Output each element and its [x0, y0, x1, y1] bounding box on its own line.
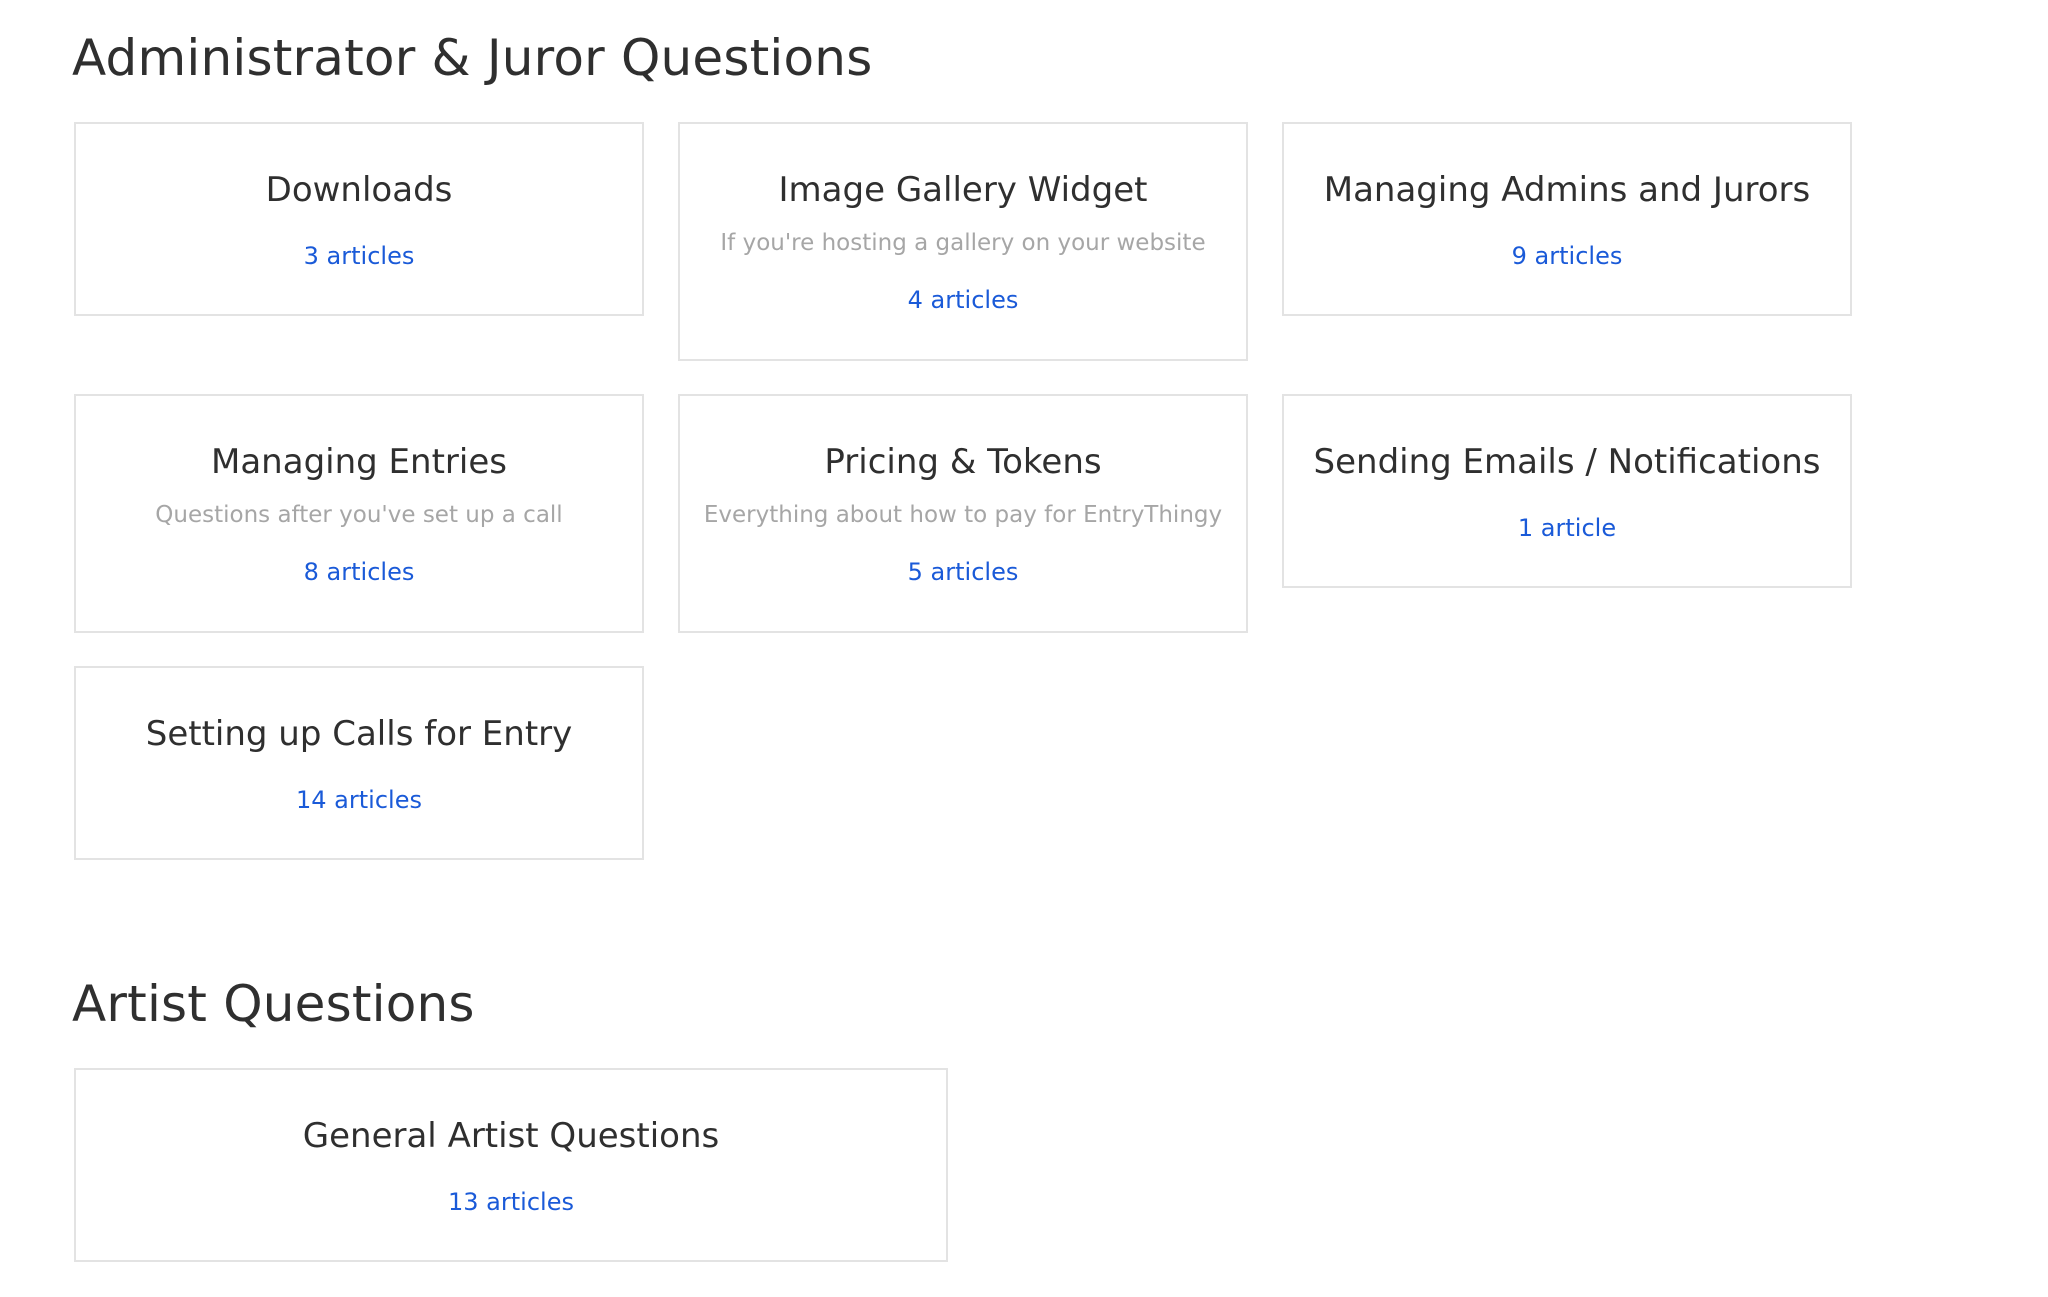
category-title: Managing Entries [211, 442, 507, 482]
article-count-link[interactable]: 13 articles [76, 1186, 946, 1218]
category-card-general-artist-questions[interactable]: General Artist Questions 13 articles [74, 1068, 948, 1262]
article-count-link[interactable]: 9 articles [1284, 240, 1850, 272]
category-title: Downloads [265, 170, 453, 210]
category-card-setting-up-calls-for-entry[interactable]: Setting up Calls for Entry 14 articles [74, 666, 644, 860]
article-count-link[interactable]: 1 article [1284, 512, 1850, 544]
category-card-pricing-and-tokens[interactable]: Pricing & Tokens Everything about how to… [678, 394, 1248, 633]
category-title: Sending Emails / Notifications [1313, 442, 1821, 482]
category-title: Managing Admins and Jurors [1323, 170, 1811, 210]
category-card-downloads[interactable]: Downloads 3 articles [74, 122, 644, 316]
category-description: Questions after you've set up a call [155, 502, 563, 528]
category-description: If you're hosting a gallery on your webs… [720, 230, 1206, 256]
category-title: Setting up Calls for Entry [145, 714, 573, 754]
category-card-managing-entries[interactable]: Managing Entries Questions after you've … [74, 394, 644, 633]
category-card-sending-emails-notifications[interactable]: Sending Emails / Notifications 1 article [1282, 394, 1852, 588]
article-count-link[interactable]: 4 articles [680, 284, 1246, 316]
category-description: Everything about how to pay for EntryThi… [703, 502, 1223, 528]
article-count-link[interactable]: 14 articles [76, 784, 642, 816]
category-title: Pricing & Tokens [824, 442, 1102, 482]
category-title: Image Gallery Widget [778, 170, 1148, 210]
section-title-artist: Artist Questions [72, 975, 475, 1033]
category-card-managing-admins-and-jurors[interactable]: Managing Admins and Jurors 9 articles [1282, 122, 1852, 316]
article-count-link[interactable]: 3 articles [76, 240, 642, 272]
article-count-link[interactable]: 5 articles [680, 556, 1246, 588]
section-title-admin-juror: Administrator & Juror Questions [72, 29, 873, 87]
article-count-link[interactable]: 8 articles [76, 556, 642, 588]
category-title: General Artist Questions [302, 1116, 720, 1156]
category-card-image-gallery-widget[interactable]: Image Gallery Widget If you're hosting a… [678, 122, 1248, 361]
